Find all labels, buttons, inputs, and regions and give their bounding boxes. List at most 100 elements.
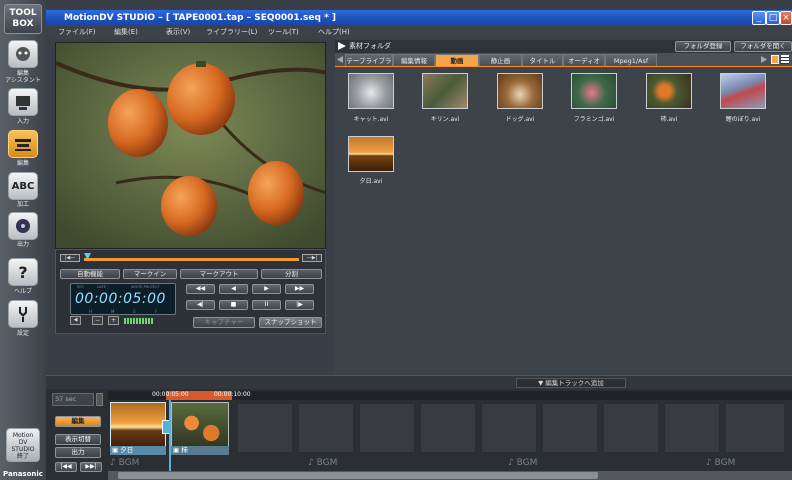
assistant-icon (16, 47, 30, 61)
capture-input-icon (16, 96, 30, 110)
tc-label-protect: WHITE PROTECT (131, 285, 160, 289)
register-folder-button[interactable]: フォルダ登録 (675, 41, 731, 52)
empty-slot[interactable] (298, 403, 354, 453)
rail-label-input: 入力 (16, 118, 29, 125)
pause-button[interactable]: II (252, 300, 281, 310)
reverse-play-button[interactable]: ◀ (219, 284, 248, 294)
timeline-start-button[interactable]: |◀◀ (55, 462, 77, 472)
tc-label-rec: REC (77, 285, 85, 289)
library-item-koinobori[interactable] (720, 73, 766, 109)
settings-button[interactable] (8, 300, 38, 328)
menu-view[interactable]: 表示(V) (166, 26, 190, 39)
edit-mode-button[interactable] (8, 130, 38, 158)
capture-button[interactable]: キャプチャー (193, 317, 255, 328)
folder-expand-icon[interactable] (338, 42, 346, 50)
rail-label-edit: 編集 (16, 160, 29, 167)
play-icon: ▶ (264, 285, 269, 292)
menu-library[interactable]: ライブラリー(L) (206, 26, 257, 39)
mark-start-button[interactable]: |◀— (60, 254, 80, 262)
library-item-label: 鯉のぼり.avi (725, 116, 761, 123)
library-item-dog[interactable] (497, 73, 543, 109)
library-item-label: ドッグ.avi (505, 116, 535, 123)
mark-in-button[interactable]: マークイン (123, 269, 177, 279)
tab-audio[interactable]: オーディオ (563, 54, 605, 66)
list-view-icon[interactable] (781, 55, 789, 64)
settings-icon (19, 307, 27, 322)
snapshot-button[interactable]: スナップショット (259, 317, 322, 328)
output-button[interactable] (8, 212, 38, 240)
next-frame-button[interactable]: |▶ (285, 300, 314, 310)
mark-end-button[interactable]: —▶| (302, 254, 322, 262)
timecode-value: 00:00:05:00 (75, 291, 166, 307)
tab-still[interactable]: 静止画 (479, 54, 522, 66)
empty-slot[interactable] (420, 403, 476, 453)
tabs-scroll-left-icon[interactable] (337, 56, 343, 63)
add-to-track-button[interactable]: ▼ 編集トラックへ追加 (516, 378, 626, 388)
empty-slot[interactable] (542, 403, 598, 453)
bgm-track-label: ♪ BGM (110, 458, 140, 468)
empty-slot[interactable] (664, 403, 720, 453)
close-button[interactable]: × (780, 11, 792, 25)
minimize-button[interactable]: _ (752, 11, 766, 25)
empty-slot[interactable] (359, 403, 415, 453)
help-button[interactable]: ? (8, 258, 38, 286)
input-button[interactable] (8, 88, 38, 116)
abc-text-icon: ABC (11, 180, 35, 192)
library-item-label: 柿.avi (660, 116, 678, 123)
effects-button[interactable]: ABC (8, 172, 38, 200)
open-folder-button[interactable]: フォルダを開く (734, 41, 792, 52)
duration-spinner[interactable] (96, 393, 103, 406)
play-button[interactable]: ▶ (252, 284, 281, 294)
fast-forward-button[interactable]: ▶▶ (285, 284, 314, 294)
library-item-flamingo[interactable] (571, 73, 617, 109)
empty-slot[interactable] (725, 403, 785, 453)
output-tab-button[interactable]: 出力 (55, 447, 101, 458)
volume-down-button[interactable]: − (92, 316, 103, 325)
empty-slot[interactable] (481, 403, 537, 453)
scrollbar-thumb[interactable] (118, 472, 598, 479)
mark-out-button[interactable]: マークアウト (180, 269, 258, 279)
tab-tape-library[interactable]: テープライブラリ (345, 54, 393, 77)
maximize-button[interactable]: □ (766, 11, 780, 25)
library-item-giraffe[interactable] (422, 73, 468, 109)
tc-s: S (133, 309, 136, 314)
library-item-cat[interactable] (348, 73, 394, 109)
edit-tab-button[interactable]: 編集 (55, 416, 101, 427)
tab-edit-info[interactable]: 編集情報 (393, 54, 435, 66)
tc-h: H (89, 309, 93, 314)
toggle-view-button[interactable]: 表示切替 (55, 434, 101, 445)
mute-button[interactable]: ◀ (70, 316, 81, 325)
playhead[interactable] (169, 400, 171, 472)
library-item-sunset[interactable] (348, 136, 394, 172)
thumbnail-view-icon[interactable] (771, 55, 779, 64)
tc-label-date: DATE (97, 285, 107, 289)
tab-mpeg[interactable]: Mpeg1/Asf (605, 54, 657, 66)
menu-help[interactable]: ヘルプ(H) (318, 26, 350, 39)
empty-slot[interactable] (603, 403, 659, 453)
timecode-display: REC DATE WHITE PROTECT 00:00:05:00 H M S… (70, 283, 176, 315)
tabs-scroll-right-icon[interactable] (761, 56, 767, 63)
next-frame-icon: |▶ (296, 301, 303, 308)
menu-file[interactable]: ファイル(F) (58, 26, 96, 39)
split-button[interactable]: 分割 (261, 269, 322, 279)
timeline-end-button[interactable]: ▶▶| (80, 462, 102, 472)
auto-function-button[interactable]: 自動機能 (60, 269, 120, 279)
library-tabs: テープライブラリ 編集情報 動画 静止画 タイトル オーディオ Mpeg1/As… (335, 53, 792, 77)
rewind-button[interactable]: ◀◀ (186, 284, 215, 294)
rail-label-settings: 設定 (16, 330, 29, 337)
preview-frame-image (56, 43, 325, 248)
duration-field[interactable]: 37 sec (52, 393, 94, 406)
clip-label: ▣ 夕日 (110, 446, 166, 455)
tab-video[interactable]: 動画 (435, 54, 479, 66)
menu-edit[interactable]: 編集(E) (114, 26, 138, 39)
assistant-button[interactable] (8, 40, 38, 68)
tab-title[interactable]: タイトル (522, 54, 563, 66)
menu-tools[interactable]: ツール(T) (268, 26, 299, 39)
prev-frame-button[interactable]: ◀| (186, 300, 215, 310)
seek-bar[interactable] (84, 258, 299, 261)
volume-up-button[interactable]: + (108, 316, 119, 325)
library-item-persimmon[interactable] (646, 73, 692, 109)
exit-studio-button[interactable]: Motion DV STUDIO 終了 (6, 428, 40, 462)
stop-button[interactable]: ■ (219, 300, 248, 310)
empty-slot[interactable] (237, 403, 293, 453)
